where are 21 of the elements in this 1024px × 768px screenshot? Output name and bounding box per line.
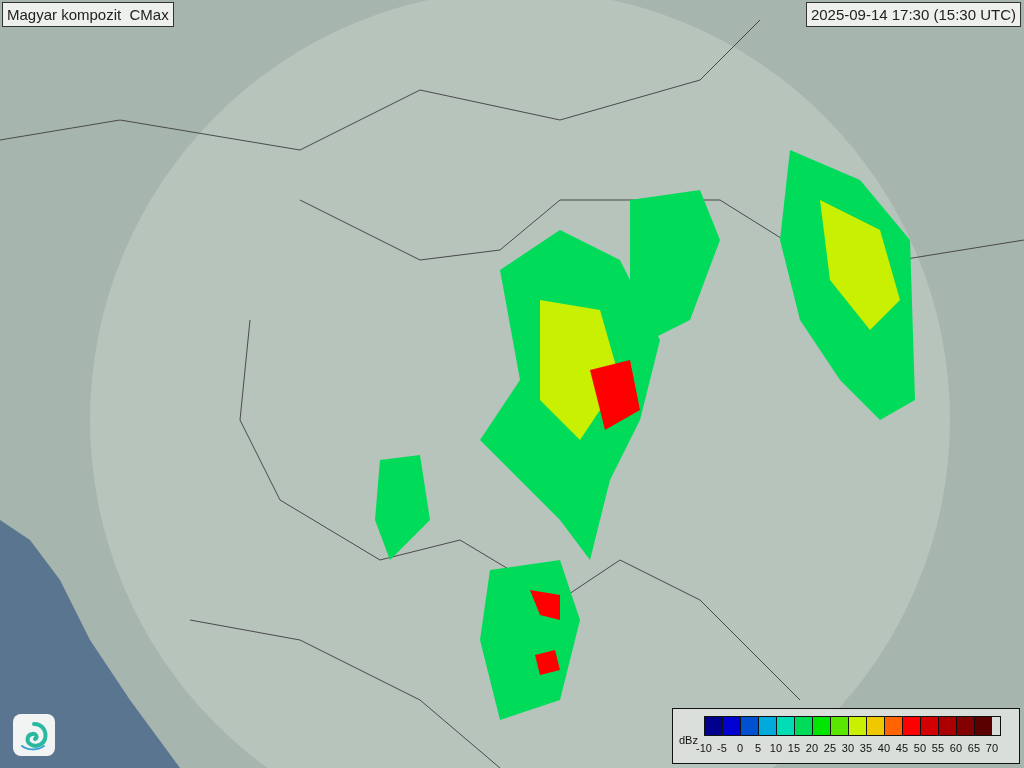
tick-label: 0	[735, 742, 745, 754]
tick-label: 5	[753, 742, 763, 754]
tick-label: 15	[786, 742, 802, 754]
tick-label: 60	[948, 742, 964, 754]
tick-label: 20	[804, 742, 820, 754]
unit-label: dBz	[679, 734, 698, 746]
map-title: Magyar kompozit CMax	[2, 2, 174, 27]
tick-label: 50	[912, 742, 928, 754]
tick-label: 65	[966, 742, 982, 754]
tick-label: 10	[768, 742, 784, 754]
tick-label: 25	[822, 742, 838, 754]
tick-label: 30	[840, 742, 856, 754]
tick-label: -5	[716, 742, 728, 754]
timestamp: 2025-09-14 17:30 (15:30 UTC)	[805, 2, 1021, 27]
tick-label: 35	[858, 742, 874, 754]
tick-label: 70	[984, 742, 1000, 754]
tick-label: 45	[894, 742, 910, 754]
tick-label: -10	[696, 742, 713, 754]
swirl-logo-icon	[13, 714, 55, 756]
tick-label: 40	[876, 742, 892, 754]
tick-label: 55	[930, 742, 946, 754]
